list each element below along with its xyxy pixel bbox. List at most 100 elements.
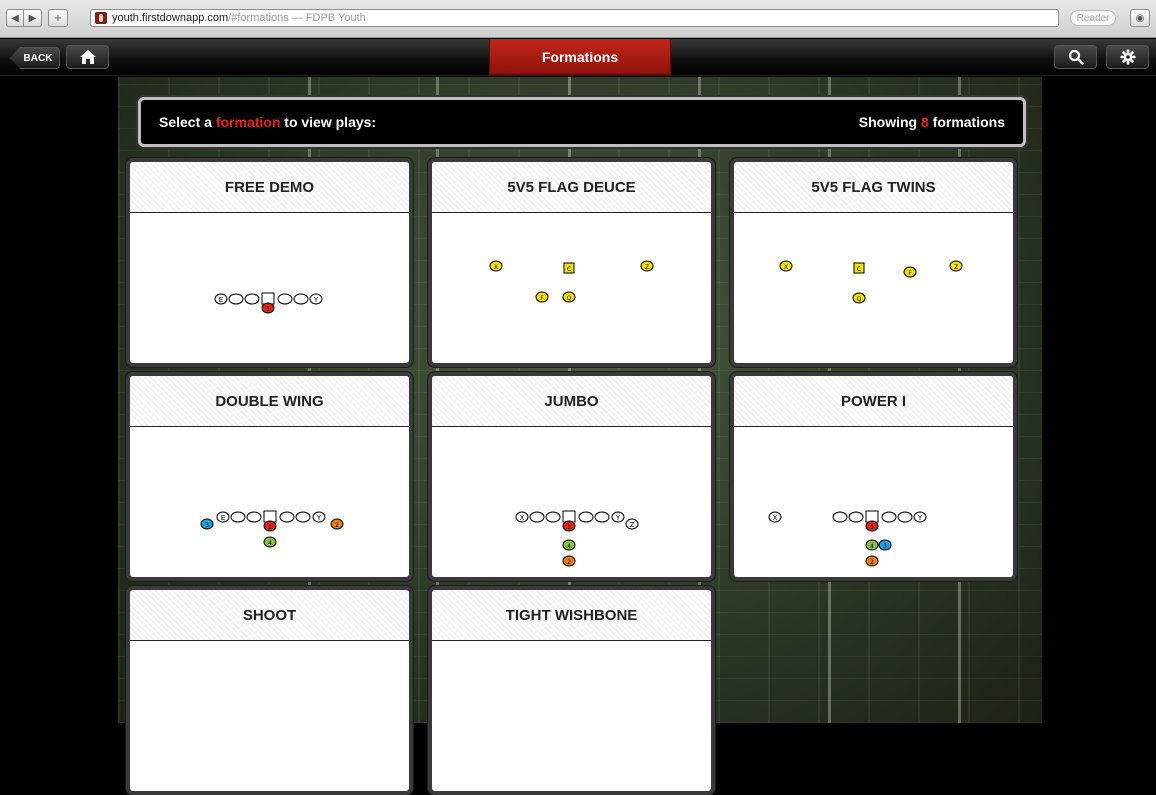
formation-card-power-i[interactable]: POWER I X Y 1 4 3 2 [730, 372, 1017, 581]
svg-text:X: X [784, 264, 788, 271]
player [230, 511, 246, 523]
new-tab-icon[interactable]: + [48, 9, 68, 27]
formation-count: Showing 8 formations [859, 114, 1005, 130]
svg-text:1: 1 [567, 524, 571, 531]
svg-text:X: X [494, 264, 498, 271]
home-button[interactable] [66, 45, 109, 69]
svg-text:Z: Z [645, 264, 649, 271]
formation-diagram: X C Z F Q [432, 213, 711, 363]
search-icon [1068, 49, 1084, 65]
svg-text:F: F [908, 270, 912, 277]
player: 2 [562, 555, 576, 567]
formation-title: SHOOT [130, 590, 409, 641]
player [244, 293, 260, 305]
player: 4 [263, 536, 277, 548]
formation-card-shoot[interactable]: SHOOT [126, 586, 413, 795]
svg-text:2: 2 [870, 559, 874, 566]
formation-title: 5V5 FLAG DEUCE [432, 162, 711, 213]
player: F [903, 266, 917, 278]
formation-diagram: X Y Z 1 4 2 [432, 427, 711, 577]
player: Z [949, 260, 963, 272]
player: Z [625, 518, 639, 530]
player-center: C [563, 262, 575, 274]
player [848, 511, 864, 523]
svg-text:1: 1 [268, 524, 272, 531]
svg-text:Y: Y [615, 514, 621, 522]
player-qb: 1 [263, 520, 277, 532]
player: X [515, 511, 529, 523]
player [228, 293, 244, 305]
player: X [768, 511, 782, 523]
select-prompt: Select a formation to view plays: [159, 114, 376, 130]
formation-diagram [432, 641, 711, 791]
formation-card-double-wing[interactable]: DOUBLE WING 3 E Y 2 1 4 [126, 372, 413, 581]
formation-card-tight-wishbone[interactable]: TIGHT WISHBONE [428, 586, 715, 795]
reader-button[interactable]: Reader [1070, 10, 1116, 26]
site-favicon-icon [95, 12, 107, 24]
formation-card-jumbo[interactable]: JUMBO X Y Z 1 4 2 [428, 372, 715, 581]
player: 4 [562, 539, 576, 551]
downloads-icon[interactable]: ◉ [1130, 9, 1150, 27]
formation-diagram: X Y 1 4 3 2 [734, 427, 1013, 577]
svg-text:E: E [221, 514, 225, 522]
player: E [214, 293, 228, 305]
formation-card-5v5-flag-deuce[interactable]: 5V5 FLAG DEUCE X C Z F Q [428, 158, 715, 367]
player-center [562, 510, 576, 523]
count-prefix: Showing [858, 114, 921, 130]
player: 3 [200, 518, 214, 530]
svg-text:Y: Y [917, 514, 923, 522]
svg-text:3: 3 [205, 522, 209, 529]
gear-icon [1120, 49, 1135, 65]
player-qb: 1 [261, 302, 275, 314]
player [897, 511, 913, 523]
player [594, 511, 610, 523]
player [295, 511, 311, 523]
forward-arrow-icon[interactable]: ▶ [24, 9, 42, 27]
player [545, 511, 561, 523]
player-qb: 1 [865, 520, 879, 532]
formation-title: DOUBLE WING [130, 376, 409, 427]
formation-title: 5V5 FLAG TWINS [734, 162, 1013, 213]
svg-text:1: 1 [870, 524, 874, 531]
formation-title: TIGHT WISHBONE [432, 590, 711, 641]
player: 2 [865, 555, 879, 567]
svg-text:Z: Z [630, 521, 635, 529]
player: Y [611, 511, 625, 523]
history-buttons: ◀ ▶ [6, 9, 42, 27]
formation-diagram: 3 E Y 2 1 4 [130, 427, 409, 577]
player: Y [309, 293, 323, 305]
player-center: C [853, 262, 865, 274]
svg-text:Y: Y [316, 514, 322, 522]
back-arrow-icon[interactable]: ◀ [6, 9, 24, 27]
player [277, 293, 293, 305]
app-toolbar: BACK Formations [0, 39, 1156, 76]
svg-text:1: 1 [266, 306, 270, 313]
player [293, 293, 309, 305]
search-button[interactable] [1054, 45, 1097, 69]
player: Z [640, 260, 654, 272]
browser-toolbar: ◀ ▶ + youth.firstdownapp.com/#formations… [0, 0, 1156, 38]
player: Q [852, 292, 866, 304]
svg-text:C: C [567, 266, 571, 273]
settings-button[interactable] [1106, 45, 1149, 69]
player: Y [913, 511, 927, 523]
url-host: youth.firstdownapp.com [112, 12, 229, 24]
formation-card-5v5-flag-twins[interactable]: 5V5 FLAG TWINS X C F Z Q [730, 158, 1017, 367]
player: 4 [865, 539, 879, 551]
formation-diagram [130, 641, 409, 791]
formations-header: Select a formation to view plays: Showin… [138, 97, 1026, 147]
player [246, 511, 262, 523]
count-suffix: formations [928, 114, 1005, 130]
url-path-title: /#formations — FDPB Youth [228, 12, 366, 24]
svg-text:Q: Q [567, 295, 572, 302]
player [279, 511, 295, 523]
svg-text:4: 4 [870, 543, 874, 550]
svg-text:X: X [520, 514, 525, 522]
back-button[interactable]: BACK [10, 47, 60, 69]
address-bar[interactable]: youth.firstdownapp.com/#formations — FDP… [90, 9, 1059, 27]
formation-card-free-demo[interactable]: FREE DEMO E Y 1 [126, 158, 413, 367]
player-center [263, 510, 277, 523]
player-center [261, 292, 275, 305]
player [578, 511, 594, 523]
svg-text:2: 2 [335, 522, 339, 529]
